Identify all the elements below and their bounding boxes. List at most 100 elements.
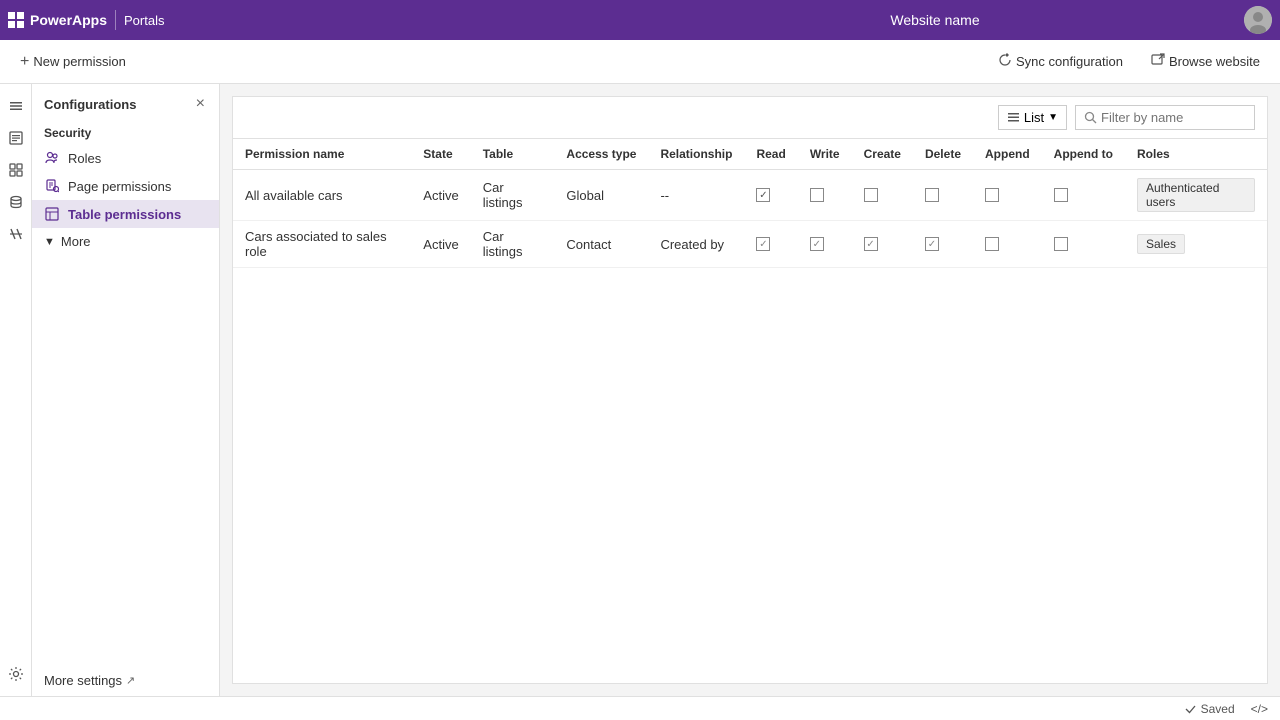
- cell-append-to-2: [1042, 221, 1125, 268]
- permissions-table: Permission name State Table Access type: [233, 139, 1267, 268]
- filter-input-wrap: [1075, 105, 1255, 130]
- sidebar-item-table-permissions[interactable]: Table permissions: [32, 200, 219, 228]
- role-badge-1: Authenticated users: [1137, 178, 1255, 212]
- chevron-down-icon: ▼: [44, 236, 55, 248]
- create-checkbox-2[interactable]: [864, 237, 878, 251]
- cell-roles-1: Authenticated users: [1125, 170, 1267, 221]
- hamburger-menu-button[interactable]: [2, 92, 30, 120]
- cell-table-1: Car listings: [471, 170, 555, 221]
- variables-icon-button[interactable]: [2, 220, 30, 248]
- filter-by-name-input[interactable]: [1101, 110, 1241, 125]
- sidebar-more-label: More: [61, 234, 91, 249]
- actionbar: + New permission Sync configuration B: [0, 40, 1280, 84]
- delete-checkbox-2[interactable]: [925, 237, 939, 251]
- cell-create-1: [852, 170, 913, 221]
- waffle-icon: [8, 12, 24, 28]
- col-roles: Roles: [1125, 139, 1267, 170]
- table-row[interactable]: Cars associated to sales role Active Car…: [233, 221, 1267, 268]
- sync-label: Sync configuration: [1016, 54, 1123, 69]
- col-permission-name: Permission name: [233, 139, 411, 170]
- topbar: PowerApps Portals Website name: [0, 0, 1280, 40]
- plus-icon: +: [20, 53, 29, 71]
- delete-checkbox-1[interactable]: [925, 188, 939, 202]
- cell-access-type-1: Global: [554, 170, 648, 221]
- view-toggle[interactable]: List ▼: [998, 105, 1067, 130]
- saved-check-icon: [1184, 702, 1197, 715]
- sidebar-section-security: Security: [32, 120, 219, 144]
- read-checkbox-1[interactable]: [756, 188, 770, 202]
- read-checkbox-2[interactable]: [756, 237, 770, 251]
- sidebar-item-label-table-permissions: Table permissions: [68, 207, 181, 222]
- cell-delete-1: [913, 170, 973, 221]
- col-state: State: [411, 139, 470, 170]
- sidebar-item-roles[interactable]: Roles: [32, 144, 219, 172]
- write-checkbox-2[interactable]: [810, 237, 824, 251]
- main-layout: Configurations × Security Roles: [0, 84, 1280, 696]
- statusbar: Saved </>: [0, 696, 1280, 720]
- list-view-icon: [1007, 111, 1020, 124]
- filter-search-icon: [1084, 111, 1097, 124]
- saved-status: Saved: [1184, 702, 1235, 716]
- col-delete: Delete: [913, 139, 973, 170]
- col-create: Create: [852, 139, 913, 170]
- cell-read-2: [744, 221, 797, 268]
- write-checkbox-1[interactable]: [810, 188, 824, 202]
- cell-permission-name-2: Cars associated to sales role: [233, 221, 411, 268]
- settings-icon-button[interactable]: [2, 660, 30, 688]
- cell-relationship-1: --: [648, 170, 744, 221]
- cell-relationship-2: Created by: [648, 221, 744, 268]
- new-permission-button[interactable]: + New permission: [12, 49, 134, 75]
- sidebar-bottom: More settings ↗: [32, 665, 219, 696]
- table-toolbar: List ▼: [233, 97, 1267, 139]
- topbar-divider: [115, 10, 116, 30]
- more-settings-link[interactable]: More settings ↗: [44, 673, 207, 688]
- sync-configuration-button[interactable]: Sync configuration: [990, 49, 1131, 74]
- website-name: Website name: [890, 12, 979, 28]
- table-permissions-icon: [44, 206, 60, 222]
- col-access-type: Access type: [554, 139, 648, 170]
- code-editor-button[interactable]: </>: [1251, 702, 1268, 716]
- append-checkbox-2[interactable]: [985, 237, 999, 251]
- sidebar-item-label-roles: Roles: [68, 151, 101, 166]
- cell-state-1: Active: [411, 170, 470, 221]
- cell-read-1: [744, 170, 797, 221]
- cell-append-2: [973, 221, 1042, 268]
- append-checkbox-1[interactable]: [985, 188, 999, 202]
- components-icon-button[interactable]: [2, 156, 30, 184]
- external-link-icon: ↗: [126, 674, 135, 687]
- cell-roles-2: Sales: [1125, 221, 1267, 268]
- cell-permission-name-1: All available cars: [233, 170, 411, 221]
- sidebar-more-item[interactable]: ▼ More: [32, 228, 219, 255]
- col-write: Write: [798, 139, 852, 170]
- sidebar-panel: Configurations × Security Roles: [32, 84, 220, 696]
- cell-delete-2: [913, 221, 973, 268]
- module-name: Portals: [124, 13, 164, 28]
- col-append-to: Append to: [1042, 139, 1125, 170]
- sidebar-item-page-permissions[interactable]: Page permissions: [32, 172, 219, 200]
- icon-sidebar: [0, 84, 32, 696]
- table-row[interactable]: All available cars Active Car listings G…: [233, 170, 1267, 221]
- sidebar-title: Configurations: [44, 97, 136, 112]
- append-to-checkbox-2[interactable]: [1054, 237, 1068, 251]
- role-badge-2: Sales: [1137, 234, 1185, 254]
- pages-icon-button[interactable]: [2, 124, 30, 152]
- col-relationship: Relationship: [648, 139, 744, 170]
- app-logo[interactable]: PowerApps: [8, 12, 107, 28]
- browse-website-button[interactable]: Browse website: [1143, 49, 1268, 74]
- browse-label: Browse website: [1169, 54, 1260, 69]
- create-checkbox-1[interactable]: [864, 188, 878, 202]
- sidebar-header: Configurations ×: [32, 84, 219, 120]
- append-to-checkbox-1[interactable]: [1054, 188, 1068, 202]
- user-avatar[interactable]: [1244, 6, 1272, 34]
- col-append: Append: [973, 139, 1042, 170]
- app-name: PowerApps: [30, 12, 107, 28]
- cell-write-2: [798, 221, 852, 268]
- saved-label: Saved: [1201, 702, 1235, 716]
- col-read: Read: [744, 139, 797, 170]
- cell-create-2: [852, 221, 913, 268]
- view-toggle-label: List: [1024, 110, 1044, 125]
- sidebar-close-button[interactable]: ×: [194, 94, 207, 114]
- browse-icon: [1151, 53, 1165, 70]
- data-icon-button[interactable]: [2, 188, 30, 216]
- page-permissions-icon: [44, 178, 60, 194]
